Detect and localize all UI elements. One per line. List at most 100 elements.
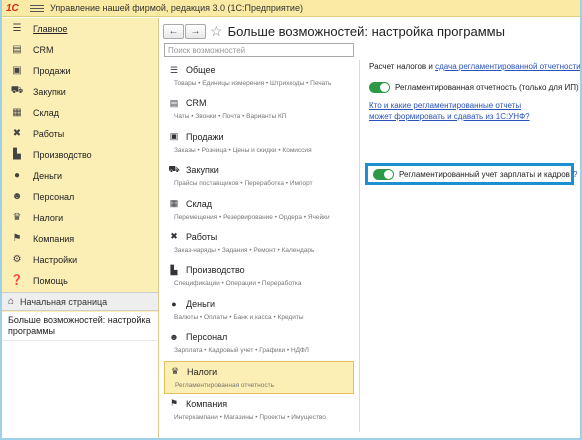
sidebar-item-label: Персонал: [33, 191, 75, 202]
sidebar-item-label: Помощь: [33, 275, 68, 286]
section-subtitle: Спецификации • Операции • Переработка: [174, 280, 302, 288]
section-head: ☰ Общее: [168, 63, 354, 77]
help-question-icon[interactable]: ?: [573, 170, 577, 179]
section-name: Деньги: [186, 298, 216, 309]
open-window-item[interactable]: Больше возможностей: настройка программы: [2, 312, 158, 341]
section-item[interactable]: ♛ Налоги Регламентированная отчетность: [164, 360, 354, 394]
reports-info-link-line1[interactable]: Кто и какие регламентированные отчеты: [369, 100, 579, 111]
section-name: Продажи: [186, 131, 224, 142]
emblem-icon: ♛: [170, 366, 180, 377]
section-item[interactable]: ▦ Склад Перемещения • Резервирование • Орд…: [164, 194, 354, 227]
sidebar-item-10[interactable]: ⚑ Компания: [2, 228, 158, 249]
sidebar-item-8[interactable]: ☻ Персонал: [2, 186, 158, 207]
home-icon: ⌂: [8, 296, 15, 307]
sidebar-item-2[interactable]: ▣ Продажи: [2, 60, 158, 81]
open-windows-panel: Больше возможностей: настройка программы: [2, 312, 158, 438]
sidebar-item-7[interactable]: ● Деньги: [2, 165, 158, 186]
section-head: ☻ Персонал: [168, 330, 354, 344]
section-subtitle: Перемещения • Резервирование • Ордера • …: [174, 213, 330, 221]
favorite-star-icon[interactable]: ☆: [210, 23, 223, 40]
sidebar-item-label: Налоги: [33, 212, 64, 223]
tax-reporting-link[interactable]: сдача регламентированной отчетности: [435, 62, 580, 71]
section-subtitle: Заказы • Розница • Цены и скидки • Комис…: [174, 146, 312, 154]
crm-icon: ▤: [169, 97, 179, 108]
divider: [359, 60, 360, 432]
tools-icon: ✖: [170, 231, 178, 242]
section-item[interactable]: ☰ Общее Товары • Единицы измерения • Штрих…: [164, 60, 354, 93]
crm-icon: ▤: [12, 44, 22, 55]
sidebar-item-6[interactable]: ▙ Производство: [2, 144, 158, 165]
sidebar-item-11[interactable]: ⚙ Настройки: [2, 249, 158, 270]
sidebar-item-label: Компания: [33, 233, 75, 244]
money-icon: ●: [13, 170, 21, 181]
sidebar-item-label: Закупки: [33, 86, 66, 97]
title-bar: 1С Управление нашей фирмой, редакция 3.0…: [2, 0, 580, 17]
section-item[interactable]: ⚑ Компания Интеркампани • Магазины • Проек…: [164, 394, 354, 427]
section-item[interactable]: ▣ Продажи Заказы • Розница • Цены и скидки…: [164, 127, 354, 160]
payroll-accounting-toggle[interactable]: [373, 168, 394, 180]
sidebar-item-1[interactable]: ▤ CRM: [2, 39, 158, 60]
section-subtitle: Валюты • Оплаты • Банк и касса • Кредиты: [174, 313, 304, 321]
home-page-item[interactable]: ⌂ Начальная страница: [2, 292, 158, 311]
sections-list: ☰ Общее Товары • Единицы измерения • Штрих…: [164, 60, 354, 432]
sidebar-item-0[interactable]: ☰ Главное: [2, 18, 158, 39]
section-head: ● Деньги: [168, 297, 354, 311]
sidebar-item-12[interactable]: ❓ Помощь: [2, 270, 158, 291]
warehouse-icon: ▦: [169, 198, 179, 209]
factory-icon: ▙: [170, 264, 178, 275]
section-item[interactable]: ▤ CRM Чаты • Звонки • Почта • Варианты КП: [164, 93, 354, 126]
section-name: Склад: [186, 198, 213, 209]
reports-info-link-line2[interactable]: может формировать и сдавать из 1С:УНФ?: [369, 111, 579, 122]
section-head: ▦ Склад: [168, 197, 354, 211]
money-icon: ●: [171, 298, 177, 309]
back-button[interactable]: ←: [163, 23, 184, 39]
reg-reporting-label: Регламентированная отчетность (только дл…: [395, 82, 579, 92]
section-head: ▤ CRM: [168, 96, 354, 110]
reports-info-link[interactable]: Кто и какие регламентированные отчеты мо…: [369, 100, 579, 122]
sidebar-item-label: Настройки: [33, 254, 78, 265]
sidebar-item-3[interactable]: ⛟ Закупки: [2, 81, 158, 102]
section-head: ⛟ Закупки: [168, 163, 354, 177]
menu-lines-icon: ☰: [12, 23, 22, 34]
sidebar-item-5[interactable]: ✖ Работы: [2, 123, 158, 144]
person-icon: ☻: [169, 332, 179, 343]
main-menu-icon[interactable]: [30, 4, 44, 12]
app-logo: 1С: [6, 2, 19, 14]
cart-icon: ▣: [12, 65, 22, 76]
flag-icon: ⚑: [12, 233, 22, 244]
sidebar-item-4[interactable]: ▦ Склад: [2, 102, 158, 123]
sidebar-item-label: Деньги: [33, 170, 63, 181]
truck-icon: ⛟: [10, 85, 24, 96]
section-name: Закупки: [186, 165, 219, 176]
sidebar-item-label: Склад: [33, 107, 60, 118]
section-subtitle: Интеркампани • Магазины • Проекты • Имущ…: [174, 413, 326, 421]
help-icon: ❓: [10, 275, 24, 286]
section-head: ✖ Работы: [168, 230, 354, 244]
section-item[interactable]: ▙ Производство Спецификации • Операции • П…: [164, 260, 354, 293]
reg-reporting-toggle[interactable]: [369, 81, 390, 93]
section-item[interactable]: ✖ Работы Заказ-наряды • Задания • Ремонт •…: [164, 227, 354, 260]
page-header: ← → ☆ Больше возможностей: настройка про…: [163, 20, 578, 42]
person-icon: ☻: [11, 191, 23, 202]
warehouse-icon: ▦: [12, 107, 22, 118]
emblem-icon: ♛: [12, 212, 22, 223]
section-item[interactable]: ☻ Персонал Зарплата • Кадровый учет • Граф…: [164, 327, 354, 360]
sidebar-item-label: Продажи: [33, 65, 71, 76]
section-name: Работы: [186, 231, 218, 242]
section-head: ♛ Налоги: [169, 365, 353, 379]
section-subtitle: Чаты • Звонки • Почта • Варианты КП: [174, 113, 287, 121]
section-head: ⚑ Компания: [168, 397, 354, 411]
section-item[interactable]: ⛟ Закупки Прайсы поставщиков • Переработка…: [164, 160, 354, 193]
sidebar: ☰ Главное ▤ CRM ▣ Продажи ⛟ Закупки ▦ Склад ✖ Работ…: [2, 18, 159, 438]
tax-heading: Расчет налогов и сдача регламентированно…: [369, 62, 580, 74]
section-name: Персонал: [186, 332, 228, 343]
tools-icon: ✖: [12, 128, 22, 139]
gear-icon: ⚙: [12, 254, 22, 265]
forward-button[interactable]: →: [185, 23, 206, 39]
section-subtitle: Товары • Единицы измерения • Штрихкоды •…: [174, 80, 332, 87]
sidebar-item-9[interactable]: ♛ Налоги: [2, 207, 158, 228]
section-item[interactable]: ● Деньги Валюты • Оплаты • Банк и касса • …: [164, 294, 354, 327]
payroll-toggle-highlight: Регламентированный учет зарплаты и кадро…: [365, 163, 577, 185]
home-page-label: Начальная страница: [20, 296, 108, 307]
search-input[interactable]: Поиск возможностей: [164, 43, 354, 57]
